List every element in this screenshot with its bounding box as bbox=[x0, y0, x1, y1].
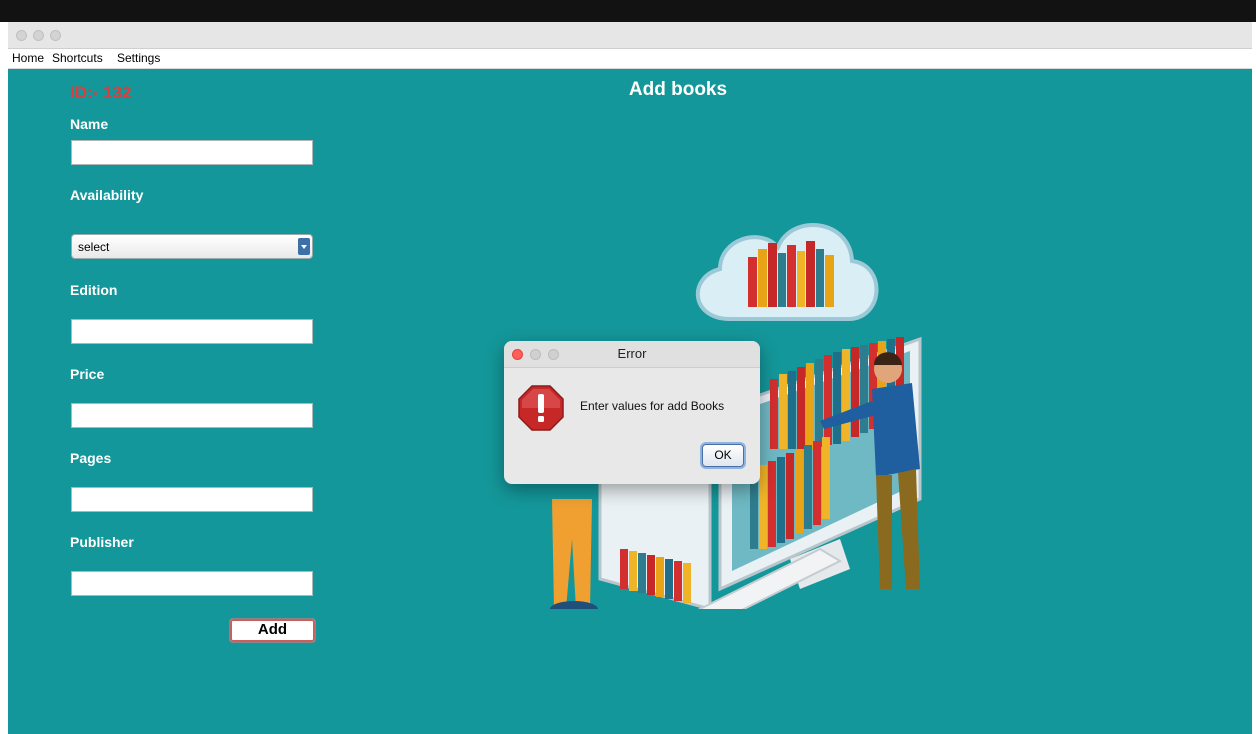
error-stop-icon bbox=[518, 385, 564, 431]
system-top-bar bbox=[0, 0, 1256, 22]
window-titlebar bbox=[8, 22, 1252, 49]
ok-button[interactable]: OK bbox=[702, 444, 744, 467]
menu-home[interactable]: Home bbox=[12, 51, 44, 65]
pages-label: Pages bbox=[70, 450, 112, 466]
error-dialog: Error Enter values for add Books OK bbox=[504, 341, 760, 484]
pages-input[interactable] bbox=[71, 487, 313, 512]
edition-input[interactable] bbox=[71, 319, 313, 344]
close-window-button[interactable] bbox=[16, 30, 27, 41]
price-label: Price bbox=[70, 366, 105, 382]
availability-selected-value: select bbox=[78, 240, 110, 254]
edition-label: Edition bbox=[70, 282, 118, 298]
app-window: Home Shortcuts Settings ID:- 132 Add boo… bbox=[8, 22, 1252, 734]
page-title: Add books bbox=[628, 79, 728, 100]
name-input[interactable] bbox=[71, 140, 313, 165]
dialog-message: Enter values for add Books bbox=[580, 399, 725, 413]
minimize-window-button[interactable] bbox=[33, 30, 44, 41]
zoom-window-button[interactable] bbox=[50, 30, 61, 41]
availability-label: Availability bbox=[70, 187, 144, 203]
dialog-titlebar: Error bbox=[504, 341, 760, 368]
chevron-down-icon[interactable] bbox=[298, 238, 310, 255]
menu-shortcuts[interactable]: Shortcuts bbox=[52, 51, 103, 65]
name-label: Name bbox=[70, 116, 109, 132]
menu-settings[interactable]: Settings bbox=[117, 51, 160, 65]
menu-bar: Home Shortcuts Settings bbox=[8, 49, 1252, 69]
publisher-label: Publisher bbox=[70, 534, 134, 550]
availability-select[interactable]: select bbox=[71, 234, 313, 259]
price-input[interactable] bbox=[71, 403, 313, 428]
add-button[interactable]: Add bbox=[229, 618, 316, 643]
dialog-title: Error bbox=[617, 346, 647, 361]
publisher-input[interactable] bbox=[71, 571, 313, 596]
